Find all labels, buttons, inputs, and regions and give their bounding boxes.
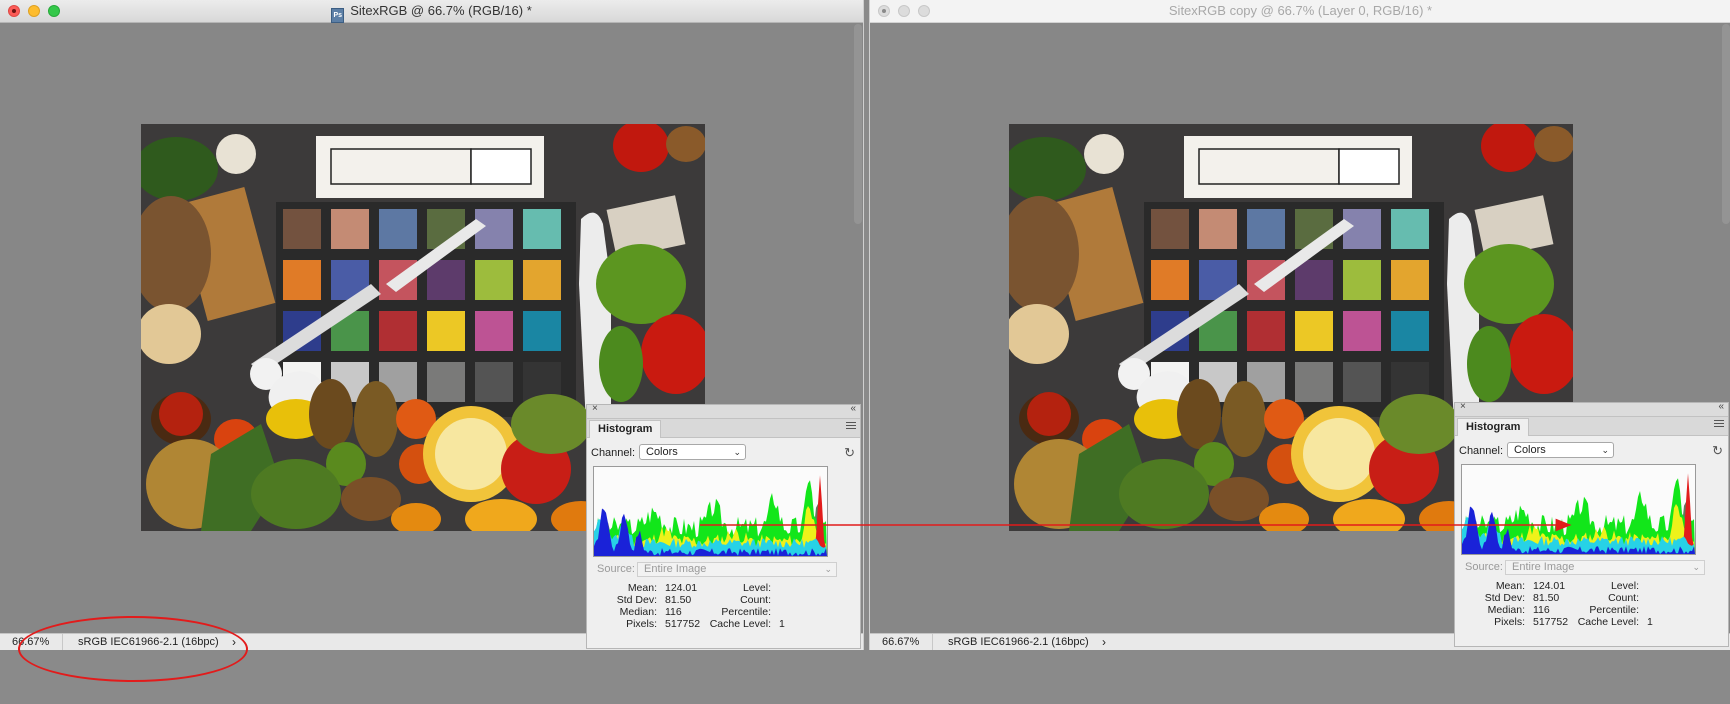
annotation-overlay [700, 518, 1572, 532]
